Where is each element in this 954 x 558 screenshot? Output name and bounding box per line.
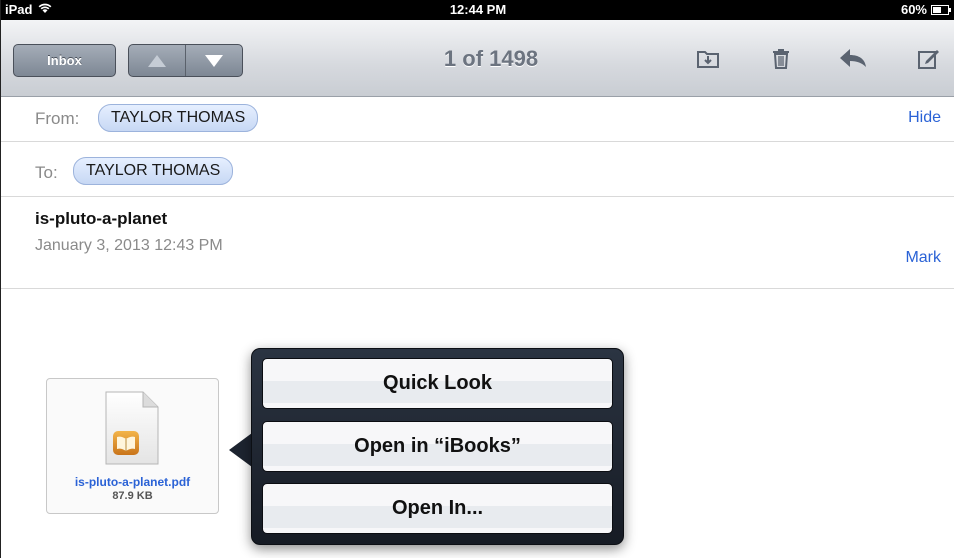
status-time: 12:44 PM: [449, 2, 507, 17]
to-label: To:: [35, 163, 58, 182]
from-contact-pill[interactable]: TAYLOR THOMAS: [98, 104, 259, 132]
open-in-ibooks-button[interactable]: Open in “iBooks”: [262, 421, 613, 472]
previous-message-button[interactable]: [129, 45, 186, 76]
to-contact-pill[interactable]: TAYLOR THOMAS: [73, 157, 234, 185]
battery-fill: [933, 6, 941, 13]
compose-icon[interactable]: [918, 48, 940, 74]
attachment-action-popover: Quick Look Open in “iBooks” Open In...: [251, 348, 624, 545]
message-counter: 1 of 1498: [443, 46, 539, 71]
trash-icon[interactable]: [772, 48, 790, 74]
move-folder-icon[interactable]: [697, 48, 719, 73]
inbox-button[interactable]: Inbox: [13, 44, 116, 77]
mark-link[interactable]: Mark: [905, 249, 941, 267]
mail-toolbar: Inbox 1 of 1498: [1, 20, 954, 97]
ibooks-document-icon: [105, 391, 159, 470]
hide-link[interactable]: Hide: [908, 109, 941, 127]
message-date: January 3, 2013 12:43 PM: [35, 237, 223, 254]
attachment-filename: is-pluto-a-planet.pdf: [74, 475, 191, 489]
reply-icon[interactable]: [839, 48, 867, 73]
mail-screen: iPad 12:44 PM 60% Inbox 1 of 1498 From: …: [0, 0, 954, 558]
status-bar: iPad 12:44 PM 60%: [1, 0, 954, 20]
popover-arrow: [229, 433, 252, 467]
to-row: To: TAYLOR THOMAS: [1, 142, 954, 197]
battery-icon: [931, 4, 951, 15]
message-nav-segment: [128, 44, 243, 77]
quick-look-button[interactable]: Quick Look: [262, 358, 613, 409]
from-row: From: TAYLOR THOMAS Hide: [1, 97, 954, 142]
battery-percent: 60%: [900, 2, 927, 17]
message-subject: is-pluto-a-planet: [35, 209, 168, 228]
from-label: From:: [35, 109, 80, 128]
next-message-button[interactable]: [186, 45, 242, 76]
arrow-down-icon: [204, 54, 224, 68]
subject-row: is-pluto-a-planet January 3, 2013 12:43 …: [1, 197, 954, 289]
arrow-up-icon: [147, 54, 167, 68]
open-in-button[interactable]: Open In...: [262, 483, 613, 534]
attachment-size: 87.9 KB: [112, 490, 153, 502]
pdf-attachment[interactable]: is-pluto-a-planet.pdf 87.9 KB: [46, 378, 219, 514]
